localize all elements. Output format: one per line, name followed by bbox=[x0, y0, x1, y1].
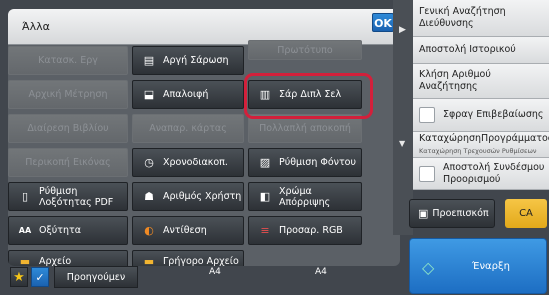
expand-arrow-icon[interactable]: ▶ bbox=[399, 25, 406, 35]
ok-button[interactable]: OK bbox=[372, 13, 394, 32]
job-build-button: Κατασκ. Εργ bbox=[8, 46, 128, 75]
sharpness-icon: AA bbox=[18, 226, 32, 235]
color-dropout-button[interactable]: ◧ Χρώμα Απόρριψης bbox=[248, 182, 362, 211]
background-adjust-button[interactable]: ▨ Ρύθμιση Φόντου bbox=[248, 148, 362, 177]
previous-button[interactable]: Προηγούμεν bbox=[54, 266, 138, 288]
image-crop-button: Περικοπή Εικόνας bbox=[8, 148, 128, 177]
pdf-icon: ▯ bbox=[21, 190, 29, 203]
start-icon: ◇ bbox=[422, 258, 435, 277]
start-button[interactable]: ◇ Έναρξη bbox=[409, 238, 547, 294]
highlight-frame bbox=[244, 73, 373, 119]
send-history-button[interactable]: Αποστολή Ιστορικού bbox=[413, 37, 549, 64]
preview-button[interactable]: ▣ Προεπισκόπ bbox=[409, 199, 495, 228]
clock-icon: ◷ bbox=[144, 156, 154, 169]
send-destination-link-check[interactable] bbox=[419, 165, 435, 182]
card-shot-button: Αναπαρ. κάρτας bbox=[132, 114, 244, 143]
background-icon: ▨ bbox=[259, 156, 271, 169]
clear-all-button[interactable]: CA bbox=[505, 199, 547, 228]
user-number-button[interactable]: ☗ Αριθμός Χρήστη bbox=[132, 182, 244, 211]
verification-stamp-checkbox[interactable]: Σφραγ Επιβεβαίωσης bbox=[413, 99, 549, 132]
other-functions-panel: Άλλα OK Κατασκ. Εργ ▤ Αργή Σάρωση Πρωτότ… bbox=[8, 9, 400, 266]
search-number-call-button[interactable]: Κλήση Αριθμού Αναζήτησης bbox=[413, 64, 549, 99]
slow-scan-button[interactable]: ▤ Αργή Σάρωση bbox=[132, 46, 244, 75]
program-register-button[interactable]: ΚαταχώρησηΠρογράμματος Καταχώρηση Τρεχου… bbox=[413, 132, 549, 158]
color-dropout-icon: ◧ bbox=[259, 190, 271, 203]
document-icon: ▤ bbox=[143, 54, 155, 67]
erase-icon: ⬓ bbox=[143, 88, 155, 101]
send-destination-link-checkbox[interactable]: Αποστολή Συνδέσμου Προορισμού bbox=[413, 158, 549, 190]
rgb-icon: ≡ bbox=[260, 224, 270, 237]
erase-button[interactable]: ⬓ Απαλοιφή bbox=[132, 80, 244, 109]
contrast-button[interactable]: ◐ Αντίθεση bbox=[132, 216, 244, 245]
user-icon: ☗ bbox=[144, 190, 154, 203]
contrast-icon: ◐ bbox=[144, 224, 154, 237]
sharpness-button[interactable]: AA Οξύτητα bbox=[8, 216, 128, 245]
global-address-search-button[interactable]: Γενική Αναζήτηση Διεύθυνσης bbox=[413, 0, 549, 37]
timer-button[interactable]: ◷ Χρονοδιακοπ. bbox=[132, 148, 244, 177]
book-divide-button: Διαίρεση Βιβλίου bbox=[8, 114, 128, 143]
preview-icon: ▣ bbox=[418, 207, 429, 220]
rgb-adjust-button[interactable]: ≡ Προσαρ. RGB bbox=[248, 216, 362, 245]
paper-size-label: A4 bbox=[209, 267, 221, 277]
scroll-down-icon[interactable]: ▼ bbox=[399, 139, 405, 148]
check-icon[interactable]: ✓ bbox=[31, 267, 49, 287]
original-count-button: Αρχική Μέτρηση bbox=[8, 80, 128, 109]
screen: Άλλα OK Κατασκ. Εργ ▤ Αργή Σάρωση Πρωτότ… bbox=[0, 0, 549, 295]
original-button: Πρωτότυπο bbox=[248, 40, 362, 60]
paper-size-label-2: A4 bbox=[315, 267, 327, 277]
favorite-star-icon[interactable]: ★ bbox=[10, 267, 28, 287]
pdf-skew-adjust-button[interactable]: ▯ Ρύθμιση Λοξότητας PDF bbox=[8, 182, 128, 211]
panel-title: Άλλα bbox=[22, 20, 50, 33]
verification-stamp-check[interactable] bbox=[419, 107, 435, 123]
bottom-bar: ★ ✓ Προηγούμεν A4 A4 bbox=[8, 262, 400, 290]
